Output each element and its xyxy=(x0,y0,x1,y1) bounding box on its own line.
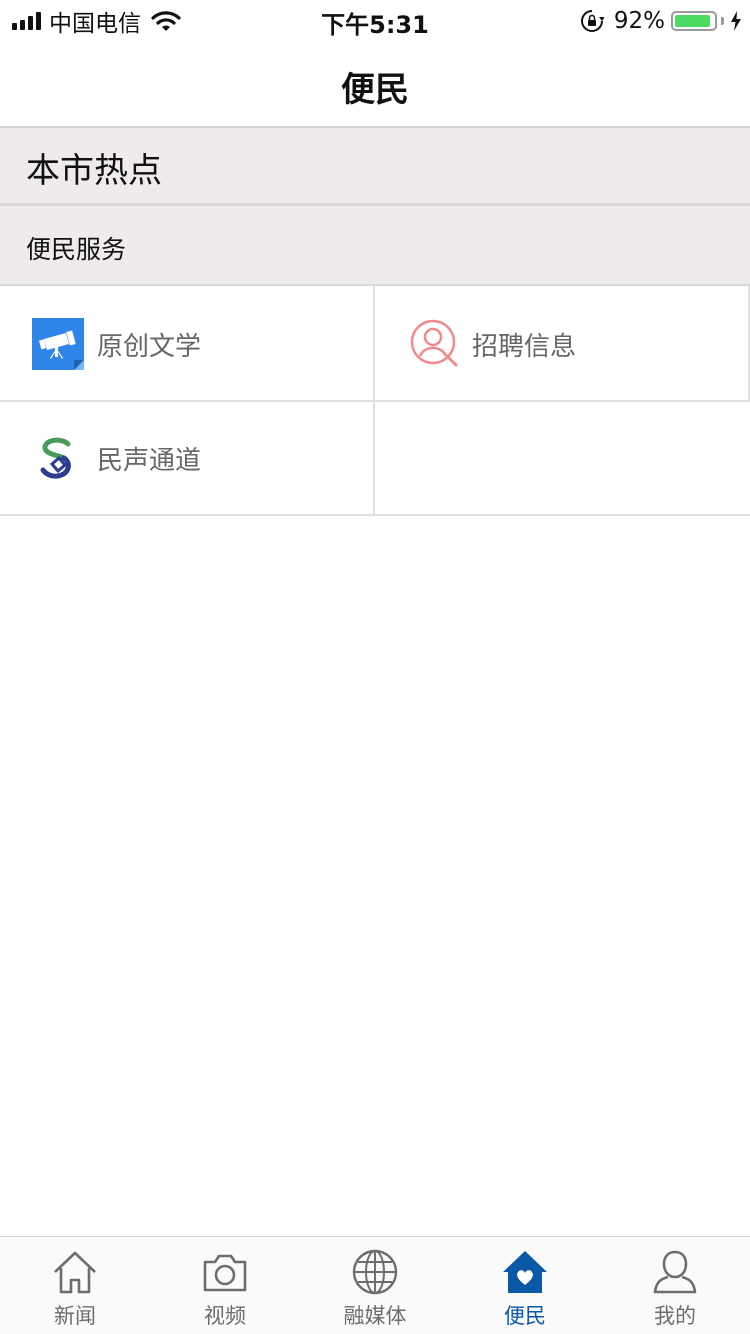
battery-fill xyxy=(675,15,710,27)
tab-label: 视频 xyxy=(204,1304,246,1328)
navigation-bar: 便民 xyxy=(0,40,750,128)
rotation-lock-icon xyxy=(580,10,604,32)
service-item-job-info[interactable]: 招聘信息 xyxy=(375,286,750,400)
s-logo-icon xyxy=(40,437,71,479)
page-title: 便民 xyxy=(341,70,409,110)
telescope-icon xyxy=(32,318,84,370)
person-search-icon xyxy=(410,319,458,367)
service-section-header: 便民服务 xyxy=(0,206,750,286)
service-grid-row: 民声通道 xyxy=(0,402,750,516)
tab-news[interactable]: 新闻 xyxy=(0,1237,150,1334)
service-grid: 原创文学 招聘信息 民声通道 xyxy=(0,286,750,516)
service-label: 民声通道 xyxy=(97,446,202,476)
service-label: 招聘信息 xyxy=(472,332,577,362)
tab-label: 便民 xyxy=(504,1304,546,1328)
user-icon xyxy=(653,1250,697,1294)
tab-profile[interactable]: 我的 xyxy=(600,1237,750,1334)
tab-label: 我的 xyxy=(654,1304,696,1328)
service-section-title: 便民服务 xyxy=(26,235,127,264)
tab-video[interactable]: 视频 xyxy=(150,1237,300,1334)
service-item-original-literature[interactable]: 原创文学 xyxy=(0,286,375,400)
hot-news-header[interactable]: 本市热点 xyxy=(0,128,750,206)
globe-icon xyxy=(352,1249,398,1295)
battery-percent: 92% xyxy=(613,8,665,34)
tab-media[interactable]: 融媒体 xyxy=(300,1237,450,1334)
service-grid-row: 原创文学 招聘信息 xyxy=(0,286,750,402)
hot-news-title: 本市热点 xyxy=(26,151,162,191)
battery-nub xyxy=(721,17,724,25)
status-bar-right: 92% xyxy=(580,6,742,36)
charging-bolt-icon xyxy=(731,11,741,31)
tab-label: 融媒体 xyxy=(343,1304,407,1328)
tab-convenience[interactable]: 便民 xyxy=(450,1237,600,1334)
tab-label: 新闻 xyxy=(54,1304,96,1328)
empty-grid-cell xyxy=(375,402,750,514)
battery-icon xyxy=(671,11,717,31)
service-item-public-voice[interactable]: 民声通道 xyxy=(0,402,375,514)
tab-bar: 新闻 视频 融媒体 便民 我的 xyxy=(0,1236,750,1334)
status-bar: 中国电信 下午5:31 92% xyxy=(0,0,750,40)
service-label: 原创文学 xyxy=(97,332,202,362)
house-outline-icon xyxy=(54,1251,96,1294)
camera-icon xyxy=(203,1254,247,1292)
house-heart-icon xyxy=(503,1251,547,1293)
